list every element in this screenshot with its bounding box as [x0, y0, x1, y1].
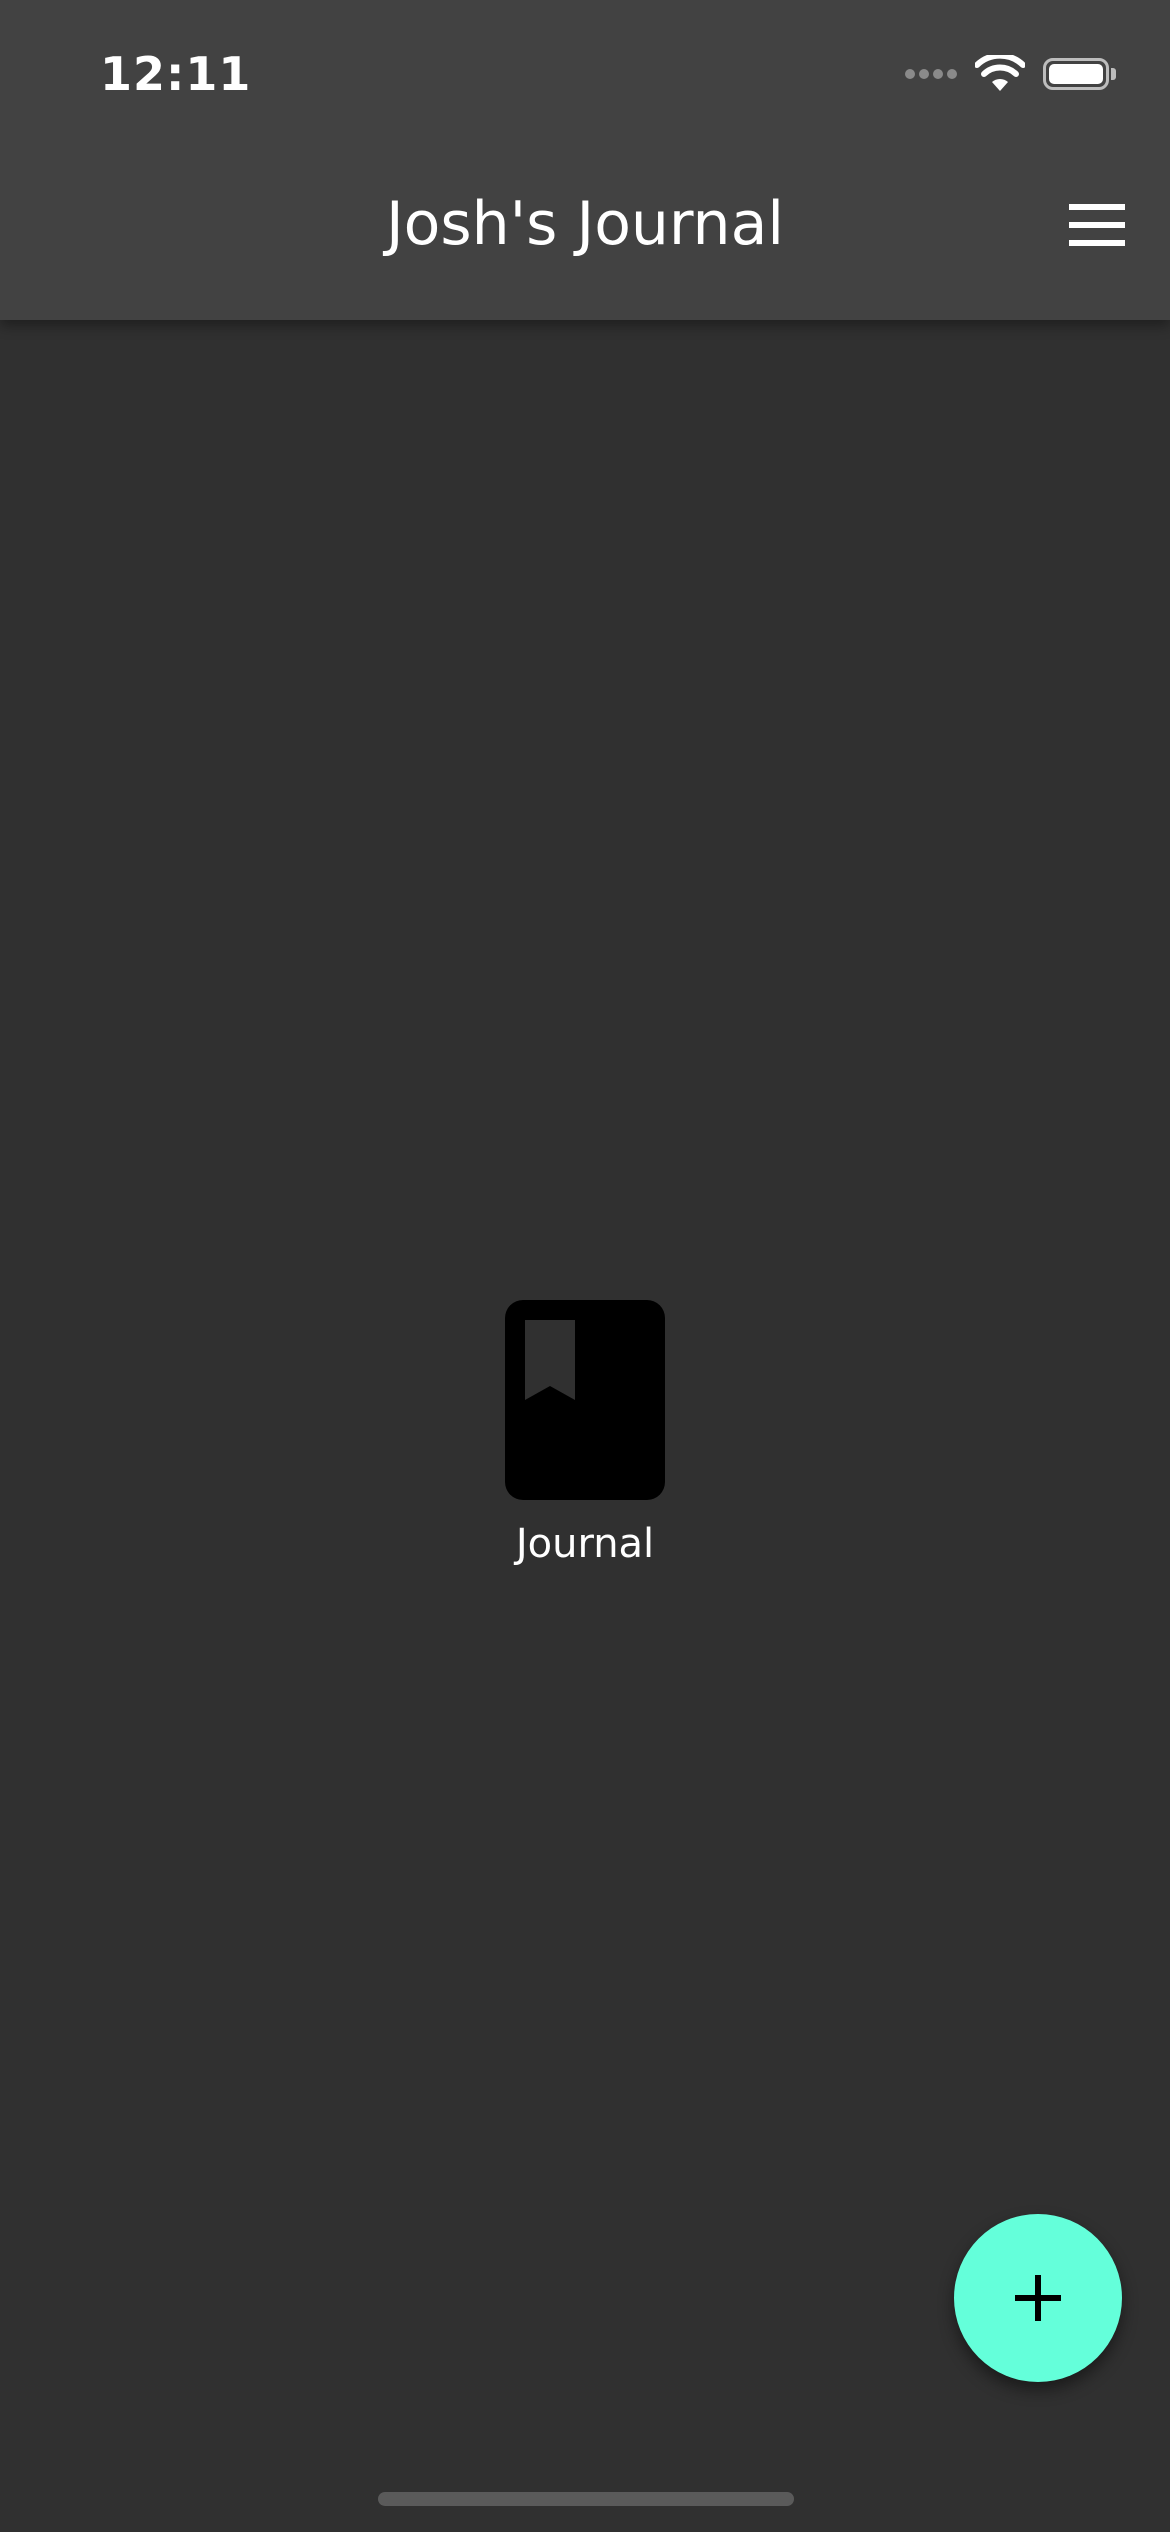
menu-button[interactable] — [1062, 190, 1132, 260]
status-time: 12:11 — [100, 47, 252, 101]
app-bar: 12:11 Josh's Journal — [0, 0, 1170, 320]
hamburger-menu-icon — [1069, 204, 1125, 246]
cellular-signal-icon — [901, 69, 957, 79]
wifi-icon — [975, 55, 1025, 91]
journal-label: Journal — [515, 1521, 655, 1567]
plus-icon — [1015, 2275, 1061, 2321]
battery-cap — [1111, 68, 1116, 80]
home-indicator[interactable] — [378, 2492, 794, 2506]
journal-item[interactable]: Journal — [0, 1300, 1170, 1570]
battery-level — [1049, 64, 1103, 84]
bookmarked-book-icon — [505, 1300, 665, 1500]
battery-icon — [1043, 58, 1109, 90]
add-button[interactable] — [954, 2214, 1122, 2382]
page-title: Josh's Journal — [385, 189, 785, 259]
status-icons — [901, 52, 1116, 96]
